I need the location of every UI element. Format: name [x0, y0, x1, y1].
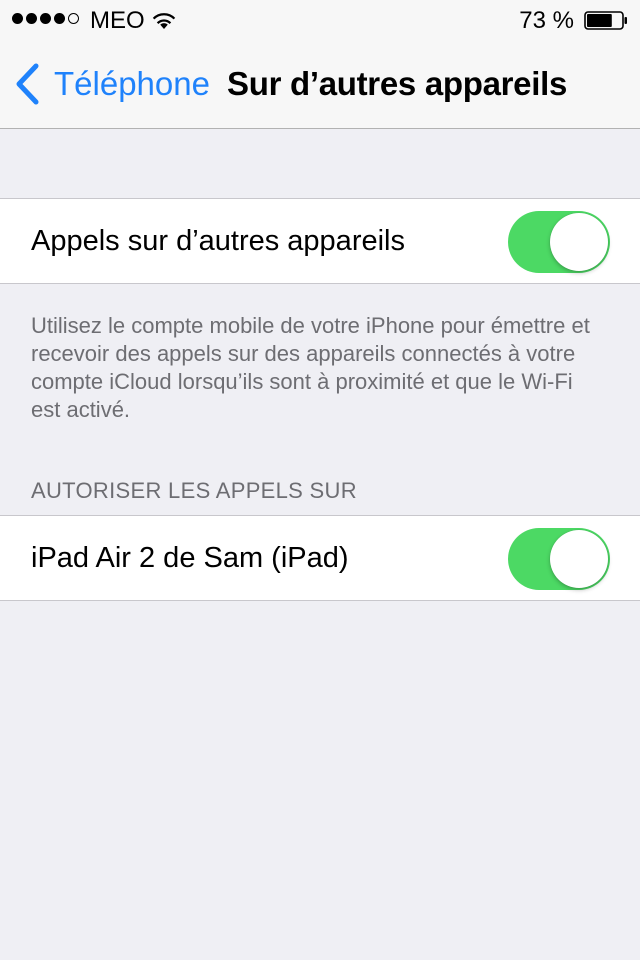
wifi-icon — [152, 13, 176, 29]
calls-on-other-devices-label: Appels sur d’autres appareils — [31, 225, 405, 257]
device-label: iPad Air 2 de Sam (iPad) — [31, 542, 349, 574]
calls-on-other-devices-cell: Appels sur d’autres appareils — [0, 198, 640, 284]
carrier-name: MEO — [90, 7, 145, 34]
navigation-bar: Téléphone Sur d’autres appareils — [0, 40, 640, 129]
chevron-left-icon — [16, 63, 39, 105]
back-button[interactable]: Téléphone — [14, 62, 210, 106]
device-cell: iPad Air 2 de Sam (iPad) — [0, 515, 640, 601]
calls-on-other-devices-toggle[interactable] — [508, 211, 610, 273]
description-text: Utilisez le compte mobile de votre iPhon… — [31, 313, 590, 422]
settings-screen: MEO 73 % Téléphone Sur d’autres appareil… — [0, 0, 640, 960]
battery-percentage: 73 % — [519, 7, 574, 34]
status-bar: MEO 73 % — [0, 0, 640, 40]
signal-strength-icon — [12, 13, 79, 24]
device-toggle[interactable] — [508, 528, 610, 590]
battery-icon — [584, 11, 627, 30]
page-title: Sur d’autres appareils — [227, 65, 568, 102]
toggle-knob — [550, 530, 608, 588]
back-label: Téléphone — [54, 65, 210, 102]
toggle-knob — [550, 213, 608, 271]
section-header: AUTORISER LES APPELS SUR — [31, 478, 357, 503]
